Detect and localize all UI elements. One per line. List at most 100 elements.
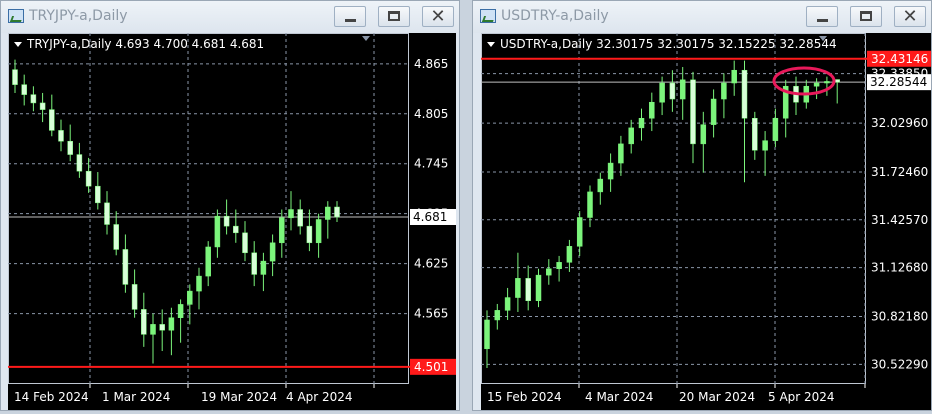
time-axis-label: 4 Apr 2024 <box>286 390 353 404</box>
current-price-label: 32.28544 <box>870 75 927 89</box>
candle-body <box>242 232 248 254</box>
close-icon: ✕ <box>902 6 918 27</box>
maximize-icon <box>388 11 400 21</box>
price-axis-label: 4.625 <box>414 257 448 271</box>
maximize-button[interactable] <box>850 6 882 27</box>
minimize-button[interactable] <box>334 6 366 27</box>
chart-window-tryjpy[interactable]: TRYJPY-a,Daily ✕ 4.8654.8054.7454.6854.6… <box>0 0 460 411</box>
chart-menu-triangle-icon <box>14 42 22 47</box>
time-axis-label: 19 Mar 2024 <box>201 390 277 404</box>
candle-body <box>659 82 665 103</box>
candlestick-chart[interactable]: 32.3385032.0296031.7246031.4257031.12680… <box>481 33 931 384</box>
candle-body <box>187 290 193 305</box>
price-chart[interactable]: 32.33850 32.02960 31.72460 31.42570 31.12680… <box>481 33 931 384</box>
current-price-label: 4.681 <box>413 210 447 224</box>
candle-body <box>279 217 285 244</box>
candle-body <box>679 79 686 100</box>
window-titlebar[interactable]: USDTRY-a,Daily ✕ <box>473 1 931 33</box>
candle-body <box>306 225 313 244</box>
candle-body <box>597 178 604 193</box>
price-axis-label: 31.72460 <box>871 165 928 179</box>
price-axis-label: 31.42570 <box>871 213 928 227</box>
candle-body <box>168 317 175 331</box>
close-button[interactable]: ✕ <box>894 6 926 27</box>
price-chart[interactable]: 4.8654.8054.7454.6854.6254.5654.5014.681… <box>8 33 456 384</box>
chart-header-label: TRYJPY-a,Daily 4.693 4.700 4.681 4.681 <box>26 37 264 51</box>
candle-body <box>177 304 184 318</box>
candle-body <box>628 127 634 145</box>
candle-body <box>813 82 820 87</box>
candle-body <box>95 185 101 204</box>
horizontal-level-label: 32.43146 <box>871 52 928 66</box>
candle-body <box>556 262 562 269</box>
horizontal-level-label: 4.501 <box>414 360 448 374</box>
chart-window-icon <box>8 9 24 23</box>
candle-body <box>669 82 676 100</box>
chart-window-usdtry[interactable]: USDTRY-a,Daily ✕ 32.33850 32.02960 31.7246… <box>472 0 932 411</box>
candle-body <box>494 310 501 321</box>
candle-body <box>205 246 211 277</box>
chart-header-label: USDTRY-a,Daily 32.30175 32.30175 32.1522… <box>500 37 837 51</box>
candle-body <box>269 242 276 262</box>
candle-body <box>607 162 614 180</box>
close-button[interactable]: ✕ <box>422 6 454 27</box>
candle-body <box>196 275 202 292</box>
candle-body <box>535 274 542 302</box>
candle-body <box>141 309 147 335</box>
close-icon: ✕ <box>430 6 446 27</box>
window-title: USDTRY-a,Daily <box>501 8 609 24</box>
candle-body <box>638 117 645 129</box>
minimize-button[interactable] <box>806 6 838 27</box>
candle-body <box>260 260 267 275</box>
candle-body <box>587 191 593 218</box>
candlestick-chart[interactable]: 4.8654.8054.7454.6854.6254.5654.5014.681… <box>8 33 456 384</box>
candle-body <box>515 278 521 298</box>
candle-body <box>39 102 46 110</box>
chart-shift-marker-icon <box>362 36 370 41</box>
price-axis-label: 32.02960 <box>871 116 928 130</box>
candle-body <box>159 324 165 331</box>
candle-body <box>67 140 73 155</box>
candle-body <box>772 117 779 141</box>
candle-body <box>223 215 230 227</box>
maximize-button[interactable] <box>378 6 410 27</box>
time-axis-labels: 14 Feb 2024 1 Mar 2024 19 Mar 2024 4 Apr 20… <box>14 384 375 404</box>
time-axis-label: 1 Mar 2024 <box>102 390 170 404</box>
candle-body <box>649 101 655 119</box>
candle-body <box>700 124 707 145</box>
candle-body <box>12 69 18 85</box>
candle-body <box>504 297 511 311</box>
candle-body <box>58 130 64 142</box>
candle-body <box>233 225 239 234</box>
minimize-icon <box>817 19 828 22</box>
candle-body <box>762 140 768 151</box>
time-axis-label: 5 Apr 2024 <box>768 390 835 404</box>
candle-body <box>731 69 737 84</box>
candle-body <box>618 143 624 164</box>
candle-body <box>546 268 552 276</box>
price-axis-label: 4.805 <box>414 107 448 121</box>
chart-menu-triangle-icon <box>487 42 495 47</box>
maximize-icon <box>860 11 872 21</box>
candle-body <box>566 246 573 263</box>
price-axis-label: 4.865 <box>414 57 448 71</box>
window-titlebar[interactable]: TRYJPY-a,Daily ✕ <box>1 1 459 33</box>
candle-body <box>131 284 138 310</box>
time-axis-label: 15 Feb 2024 <box>487 390 562 404</box>
time-axis-labels: 15 Feb 2024 4 Mar 2024 20 Mar 2024 5 Apr 20… <box>487 384 866 404</box>
candle-body <box>752 117 758 151</box>
candle-body <box>334 206 340 218</box>
candle-body <box>690 79 696 145</box>
price-axis-label: 30.52290 <box>871 357 928 371</box>
candle-body <box>113 224 119 250</box>
candle-body <box>824 81 830 84</box>
candle-body <box>30 94 37 104</box>
window-title: TRYJPY-a,Daily <box>29 8 128 24</box>
candle-body <box>122 249 129 285</box>
time-axis-label: 4 Mar 2024 <box>585 390 653 404</box>
candle-body <box>741 69 748 119</box>
candle-body <box>710 98 717 125</box>
time-axis: 14 Feb 2024 1 Mar 2024 19 Mar 2024 4 Apr 20… <box>8 384 456 410</box>
plot-frame <box>8 33 409 384</box>
time-axis-label: 20 Mar 2024 <box>679 390 755 404</box>
